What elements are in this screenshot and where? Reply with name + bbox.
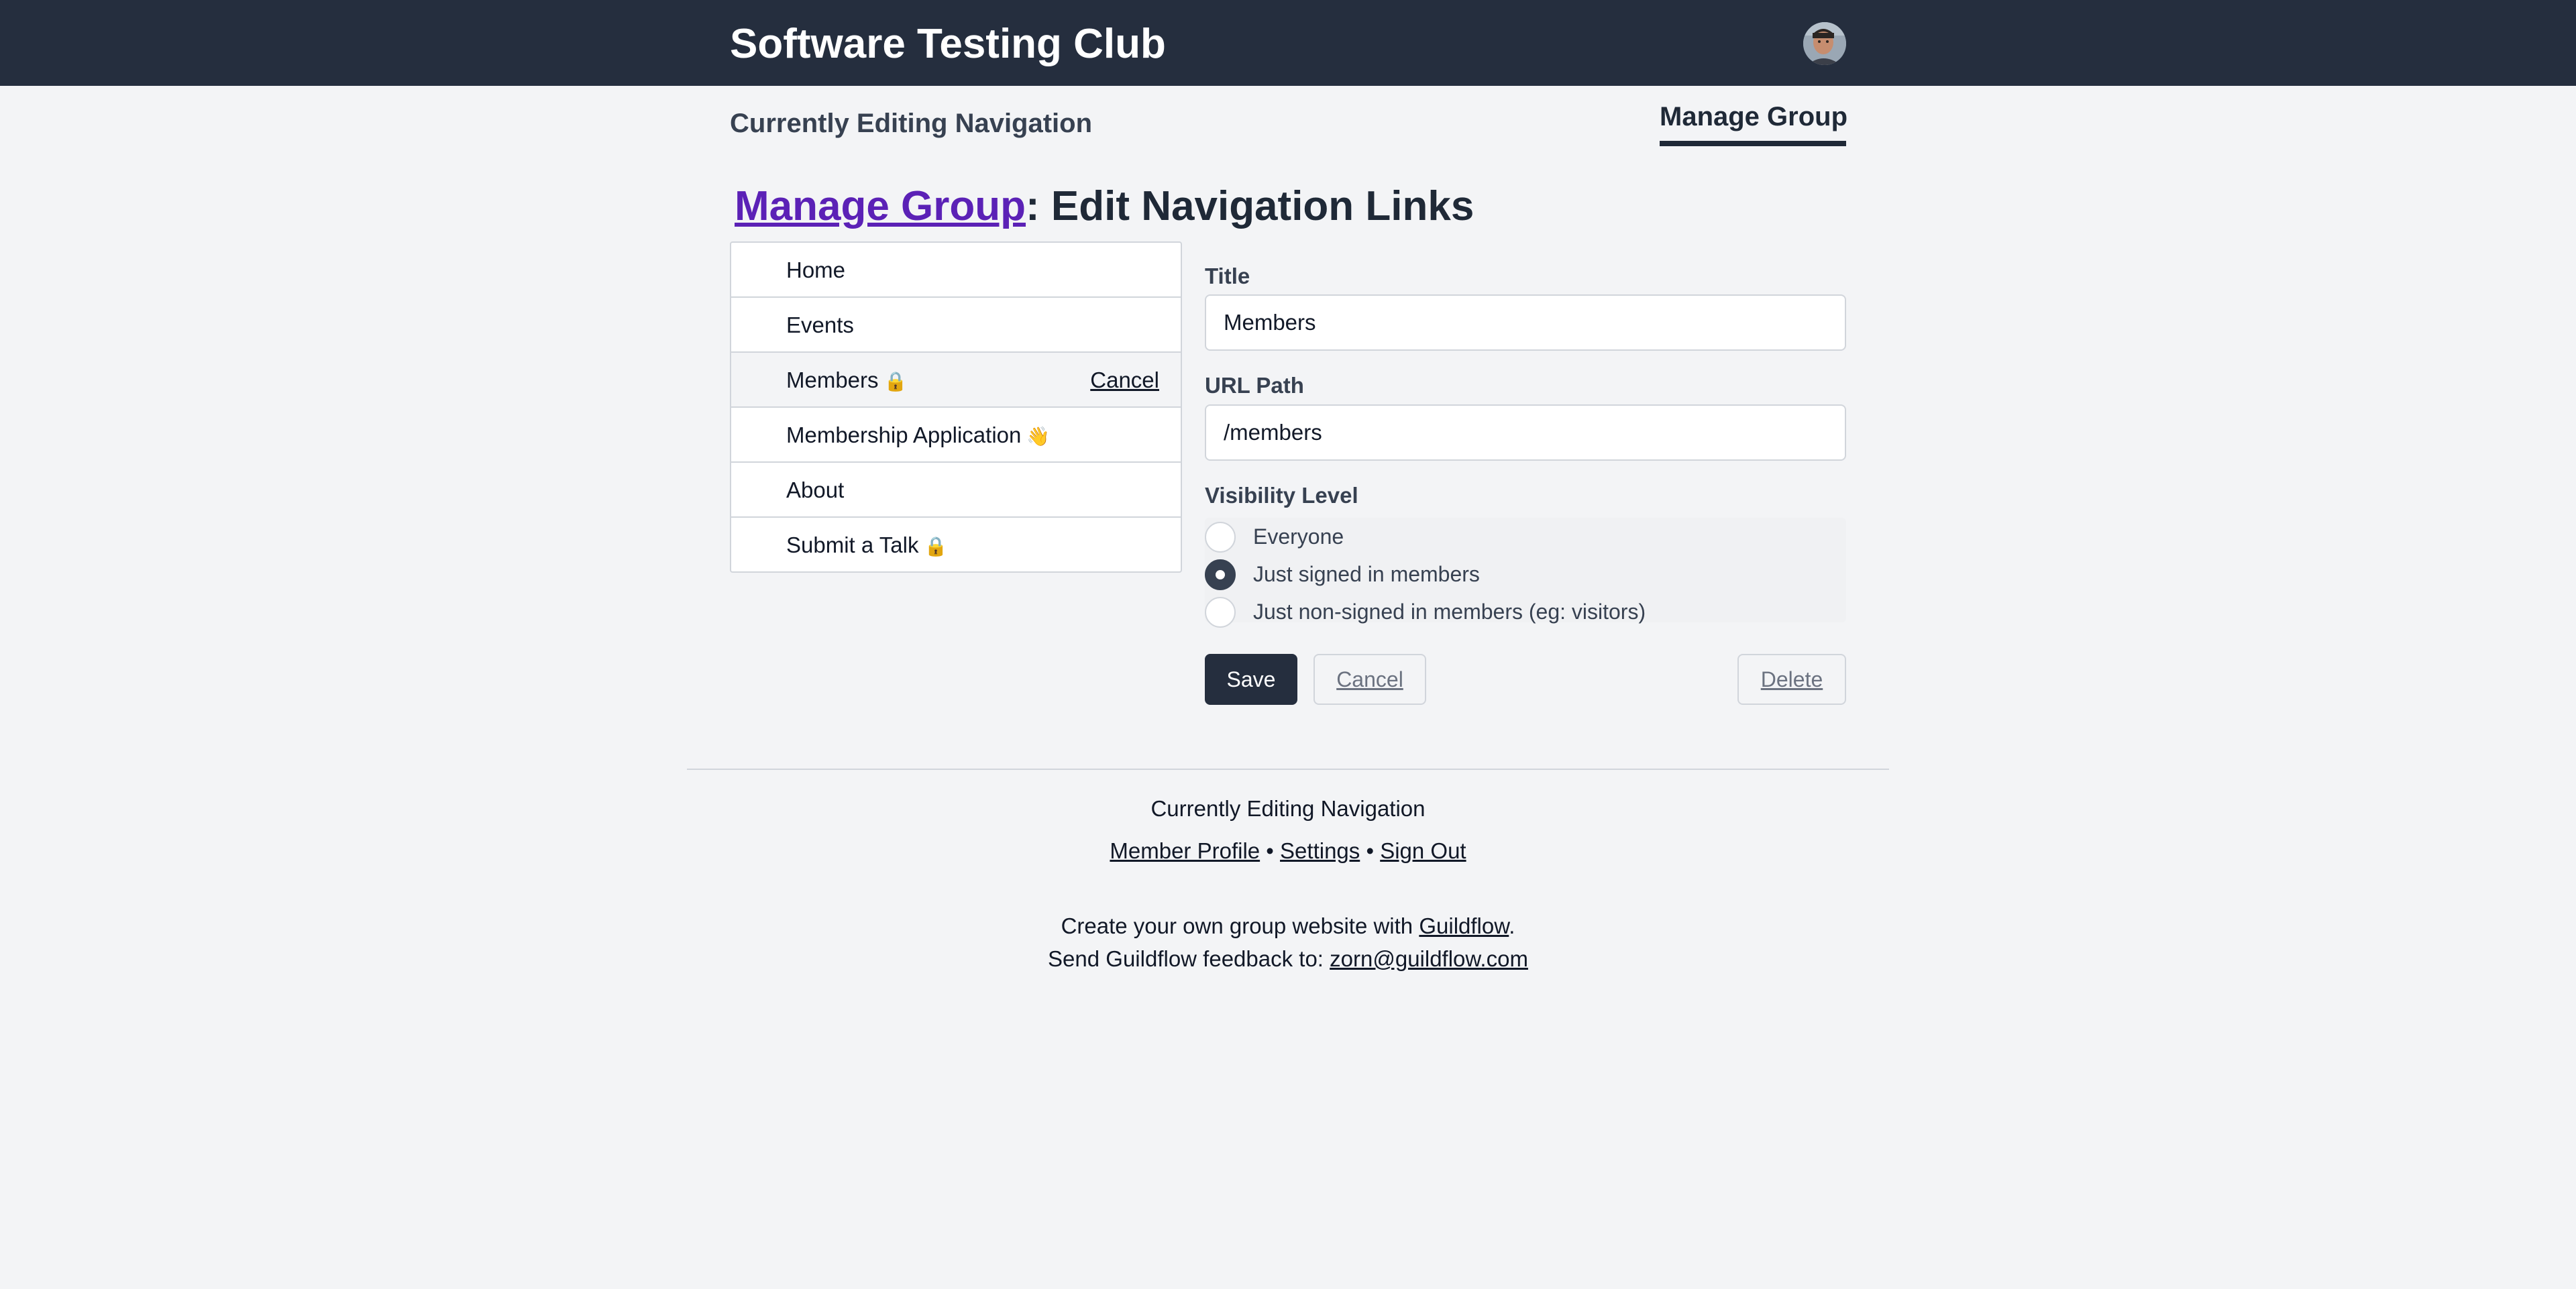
footer-separator: • xyxy=(1266,838,1274,863)
nav-link-label: Home xyxy=(786,258,846,282)
manage-group-link[interactable]: Manage Group xyxy=(735,183,1026,229)
lock-icon: 🔒 xyxy=(883,370,908,392)
title-input[interactable] xyxy=(1205,294,1846,351)
delete-button[interactable]: Delete xyxy=(1737,654,1846,705)
footer-links: Member Profile • Settings • Sign Out xyxy=(0,836,2576,866)
url-path-field-label: URL Path xyxy=(1205,373,1304,398)
tab-manage-group[interactable]: Manage Group xyxy=(1660,99,1847,134)
nav-link-label: Members 🔒 xyxy=(786,368,908,392)
footer-editing-text: Currently Editing Navigation xyxy=(1150,796,1426,821)
radio-option-non-signed-in[interactable]: Just non-signed in members (eg: visitors… xyxy=(1205,593,1846,630)
settings-link[interactable]: Settings xyxy=(1280,838,1360,863)
title-field-label: Title xyxy=(1205,264,1250,288)
nav-link-label: About xyxy=(786,478,845,502)
waving-hand-icon: 👋 xyxy=(1026,425,1051,447)
nav-link-item-home[interactable]: Home xyxy=(731,243,1181,298)
visibility-radio-group: Everyone Just signed in members Just non… xyxy=(1205,518,1846,628)
nav-link-label: Submit a Talk 🔒 xyxy=(786,533,948,557)
save-button[interactable]: Save xyxy=(1205,654,1297,705)
active-tab-indicator xyxy=(1660,141,1846,146)
radio-label: Just non-signed in members (eg: visitors… xyxy=(1253,600,1646,624)
radio-button[interactable] xyxy=(1205,597,1236,628)
radio-option-everyone[interactable]: Everyone xyxy=(1205,518,1846,555)
navigation-links-list: Home Events Members 🔒 Cancel Membership A… xyxy=(730,241,1182,573)
feedback-text: Send Guildflow feedback to: zorn@guildfl… xyxy=(1048,946,1528,971)
page-title-text: : Edit Navigation Links xyxy=(1026,183,1474,229)
radio-option-signed-in[interactable]: Just signed in members xyxy=(1205,555,1846,593)
url-path-input[interactable] xyxy=(1205,404,1846,461)
radio-label: Everyone xyxy=(1253,524,1344,549)
nav-link-item-membership-application[interactable]: Membership Application 👋 xyxy=(731,408,1181,463)
radio-button-checked[interactable] xyxy=(1205,559,1236,590)
site-title[interactable]: Software Testing Club xyxy=(730,19,1166,70)
radio-button[interactable] xyxy=(1205,522,1236,553)
cancel-button[interactable]: Cancel xyxy=(1313,654,1426,705)
nav-link-label: Events xyxy=(786,313,854,337)
user-avatar[interactable] xyxy=(1803,22,1846,65)
nav-link-item-events[interactable]: Events xyxy=(731,298,1181,353)
avatar-image xyxy=(1803,22,1846,65)
top-header-bar: Software Testing Club xyxy=(0,0,2576,86)
currently-editing-label: Currently Editing Navigation xyxy=(730,109,1093,138)
create-website-text: Create your own group website with Guild… xyxy=(1061,913,1515,938)
visibility-level-label: Visibility Level xyxy=(1205,483,1358,508)
nav-link-item-submit-a-talk[interactable]: Submit a Talk 🔒 xyxy=(731,518,1181,573)
nav-link-item-members[interactable]: Members 🔒 Cancel xyxy=(731,353,1181,408)
nav-link-item-about[interactable]: About xyxy=(731,463,1181,518)
footer-divider xyxy=(687,769,1889,770)
nav-link-label: Membership Application 👋 xyxy=(786,423,1051,447)
footer-separator: • xyxy=(1366,838,1375,863)
member-profile-link[interactable]: Member Profile xyxy=(1110,838,1260,863)
page-title: Manage Group: Edit Navigation Links xyxy=(735,181,1474,232)
lock-icon: 🔒 xyxy=(924,535,948,557)
cancel-edit-link[interactable]: Cancel xyxy=(1090,353,1159,408)
guildflow-link[interactable]: Guildflow xyxy=(1419,913,1509,938)
radio-label: Just signed in members xyxy=(1253,562,1480,586)
feedback-email-link[interactable]: zorn@guildflow.com xyxy=(1330,946,1528,971)
sign-out-link[interactable]: Sign Out xyxy=(1380,838,1466,863)
